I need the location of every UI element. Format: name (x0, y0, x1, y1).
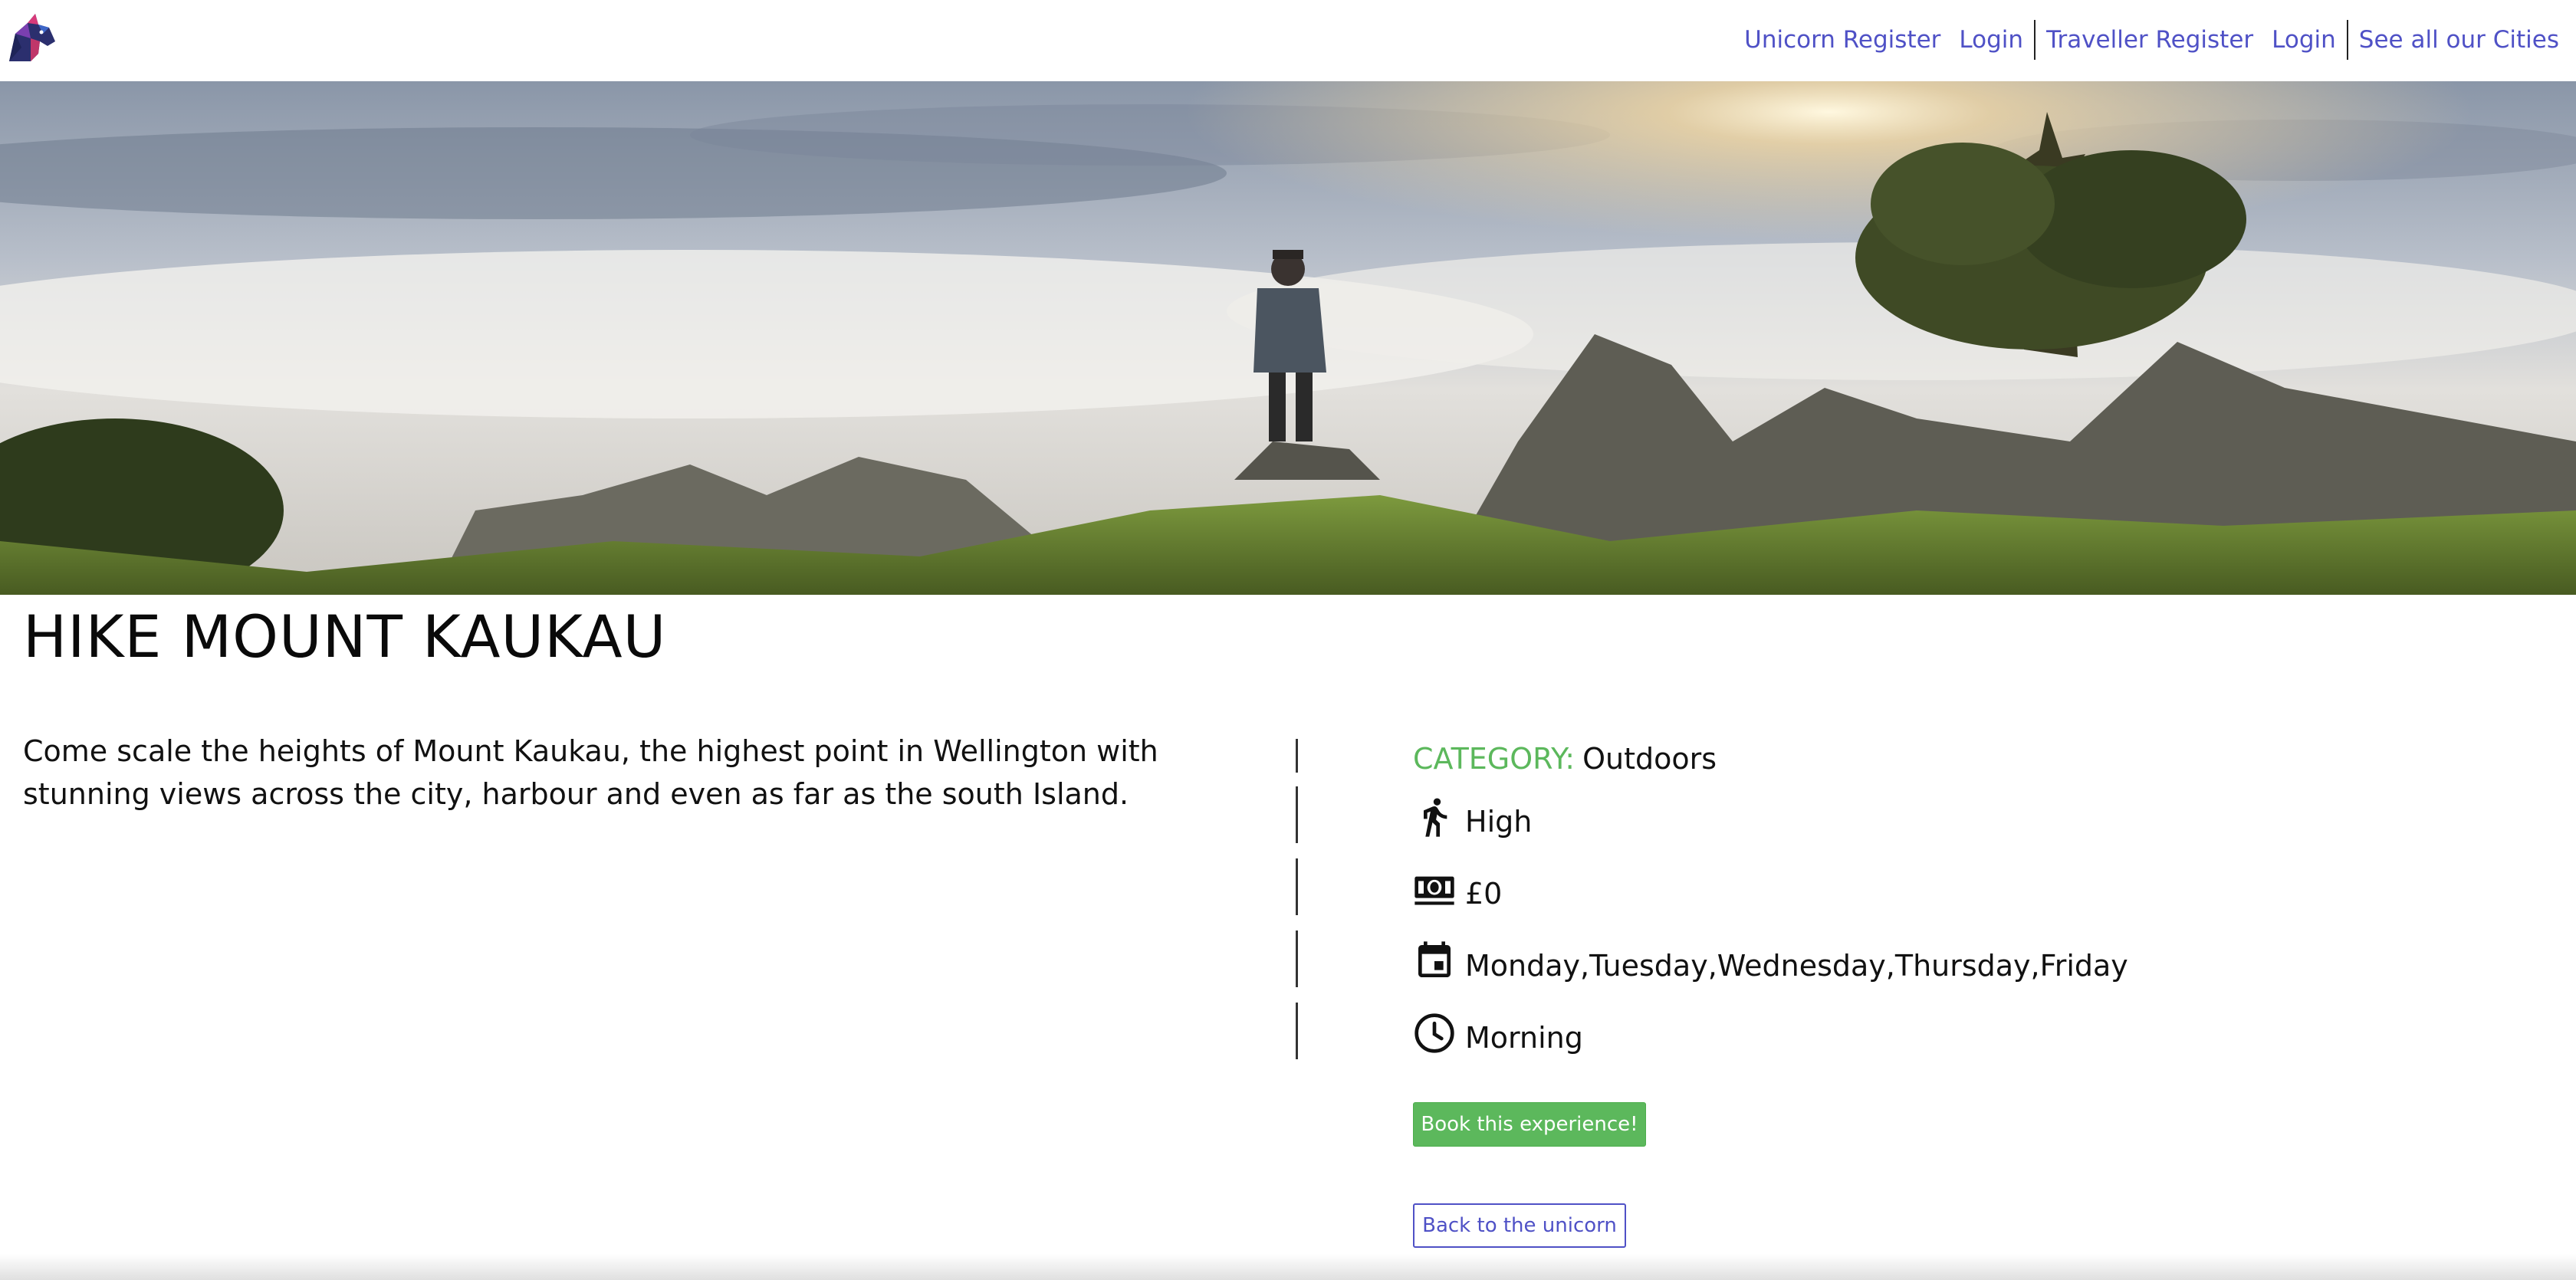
nav-see-all-cities-link[interactable]: See all our Cities (2350, 26, 2568, 54)
experience-description: Come scale the heights of Mount Kaukau, … (23, 734, 1158, 811)
price-row: £0 (1413, 858, 1502, 911)
calendar-icon (1418, 941, 1451, 977)
navbar: Unicorn Register Login Traveller Registe… (0, 0, 2576, 81)
category-label: CATEGORY: (1413, 742, 1576, 776)
nav-traveller-login-link[interactable]: Login (2262, 26, 2345, 54)
bottom-shadow (0, 1254, 2576, 1280)
book-experience-button[interactable]: Book this experience! (1413, 1102, 1646, 1147)
hero-image (0, 81, 2576, 595)
clock-icon (1414, 1013, 1454, 1053)
difficulty-value: High (1465, 805, 1533, 839)
detail-divider (1296, 930, 1298, 987)
detail-divider (1296, 858, 1298, 915)
days-row: Monday,Tuesday,Wednesday,Thursday,Friday (1413, 930, 2128, 983)
cash-icon (1414, 876, 1454, 905)
days-value: Monday,Tuesday,Wednesday,Thursday,Friday (1465, 949, 2128, 983)
detail-divider (1296, 1003, 1298, 1059)
nav-unicorn-register-link[interactable]: Unicorn Register (1735, 26, 1950, 54)
unicorn-logo-icon[interactable] (5, 11, 60, 66)
walking-person-icon (1424, 798, 1447, 837)
nav-divider (2346, 20, 2348, 60)
time-value: Morning (1465, 1021, 1583, 1055)
time-row: Morning (1413, 1003, 1583, 1055)
difficulty-row: High (1413, 786, 1532, 839)
nav-divider (2034, 20, 2036, 60)
category-row: CATEGORY: Outdoors (1413, 739, 1717, 776)
price-value: £0 (1465, 877, 1503, 911)
nav-links: Unicorn Register Login Traveller Registe… (1735, 18, 2568, 61)
category-value: Outdoors (1582, 742, 1717, 776)
nav-unicorn-login-link[interactable]: Login (1950, 26, 2032, 54)
page-title: HIKE MOUNT KAUKAU (23, 602, 667, 671)
nav-traveller-register-link[interactable]: Traveller Register (2037, 26, 2262, 54)
detail-divider (1296, 786, 1298, 843)
detail-divider (1296, 739, 1298, 773)
back-to-unicorn-button[interactable]: Back to the unicorn (1413, 1203, 1626, 1248)
hiker-on-mountain-photo (0, 81, 2576, 595)
